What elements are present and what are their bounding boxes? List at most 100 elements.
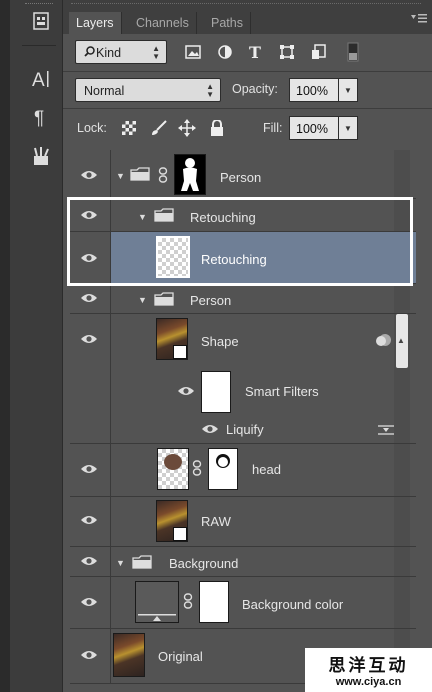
link-chain-icon[interactable] <box>192 460 202 479</box>
brush-presets-icon[interactable] <box>28 143 54 169</box>
svg-text:¶: ¶ <box>34 108 44 128</box>
expand-triangle-icon[interactable]: ▼ <box>116 171 126 181</box>
panel-grip[interactable] <box>71 3 421 7</box>
eye-visibility-icon[interactable] <box>177 385 195 397</box>
layer-name-background-group[interactable]: Background <box>169 556 238 571</box>
layer-name-original[interactable]: Original <box>158 649 203 664</box>
layer-thumbnail-original[interactable] <box>113 633 145 677</box>
expand-triangle-icon[interactable]: ▼ <box>138 212 148 222</box>
link-chain-icon[interactable] <box>158 167 168 186</box>
head-image <box>164 454 182 470</box>
eye-visibility-icon[interactable] <box>80 169 98 181</box>
fill-input[interactable]: 100% <box>289 116 339 140</box>
smart-filter-mask-thumbnail[interactable] <box>201 371 231 413</box>
folder-icon <box>132 555 152 569</box>
layer-name-raw[interactable]: RAW <box>201 514 231 529</box>
eye-visibility-icon[interactable] <box>80 292 98 304</box>
layer-thumbnail-transparent[interactable] <box>156 236 190 278</box>
lock-all-padlock-icon[interactable] <box>207 118 227 138</box>
fill-dropdown-button[interactable]: ▼ <box>338 116 358 140</box>
strip-divider <box>22 45 56 46</box>
panel-tabs: Layers Channels Paths <box>63 0 432 34</box>
tool-strip: A ¶ <box>0 0 62 692</box>
character-icon[interactable]: A <box>28 66 54 92</box>
shape-filter-icon[interactable] <box>277 42 297 62</box>
filter-kind-select[interactable]: Kind ▲ ▼ <box>75 40 167 64</box>
filter-name-liquify[interactable]: Liquify <box>226 422 264 437</box>
layer-mask-thumbnail-head[interactable] <box>208 448 238 490</box>
eye-visibility-icon[interactable] <box>80 209 98 221</box>
smart-object-filter-icon[interactable] <box>309 42 329 62</box>
type-filter-icon[interactable]: T <box>245 42 265 62</box>
layer-name-background-color[interactable]: Background color <box>242 597 343 612</box>
libraries-icon[interactable] <box>28 8 54 34</box>
updown-arrows-icon: ▲ ▼ <box>152 44 160 61</box>
dock-edge <box>0 0 10 692</box>
fill-layer-thumbnail[interactable] <box>135 581 179 623</box>
layer-name-person-top[interactable]: Person <box>220 170 261 185</box>
lock-transparent-icon[interactable] <box>119 118 139 138</box>
eye-visibility-icon[interactable] <box>80 333 98 345</box>
layer-name-retouching-group[interactable]: Retouching <box>190 210 256 225</box>
smart-filters-label[interactable]: Smart Filters <box>245 384 319 399</box>
folder-icon <box>154 208 174 222</box>
eye-visibility-icon[interactable] <box>80 514 98 526</box>
paragraph-icon[interactable]: ¶ <box>28 104 54 130</box>
svg-text:A: A <box>32 70 45 90</box>
layer-mask-thumbnail[interactable] <box>174 154 206 195</box>
tab-paths[interactable]: Paths <box>204 12 251 34</box>
filter-toggle-icon[interactable] <box>343 42 363 62</box>
folder-icon <box>154 292 174 306</box>
watermark-chinese-text: 思洋互动 <box>328 656 409 676</box>
eye-visibility-icon[interactable] <box>80 555 98 567</box>
layer-name-retouching[interactable]: Retouching <box>201 252 267 267</box>
search-icon <box>84 41 96 65</box>
tab-channels[interactable]: Channels <box>129 12 197 34</box>
eye-visibility-icon[interactable] <box>80 463 98 475</box>
pixel-filter-icon[interactable] <box>183 42 203 62</box>
smart-object-badge-icon <box>173 527 187 541</box>
eye-visibility-icon[interactable] <box>80 596 98 608</box>
tab-layers[interactable]: Layers <box>69 12 122 34</box>
opacity-input[interactable]: 100% <box>289 78 339 102</box>
divider <box>63 71 432 72</box>
filter-blending-options-icon[interactable] <box>378 424 394 436</box>
link-chain-icon[interactable] <box>183 593 193 612</box>
lock-pixels-brush-icon[interactable] <box>149 118 169 138</box>
lock-label: Lock: <box>77 121 107 135</box>
filter-kind-label: Kind <box>96 46 122 60</box>
adjustment-filter-icon[interactable] <box>215 42 235 62</box>
blend-mode-value: Normal <box>84 84 125 98</box>
watermark-url: www.ciya.cn <box>335 676 402 688</box>
layer-thumbnail-shape[interactable] <box>156 318 188 360</box>
eye-visibility-icon[interactable] <box>80 649 98 661</box>
smart-filters-badge-icon[interactable] <box>374 333 392 347</box>
scroll-up-arrow-icon[interactable]: ▲ <box>397 336 405 345</box>
expand-triangle-icon[interactable]: ▼ <box>138 295 148 305</box>
folder-icon <box>130 167 150 181</box>
layer-name-person-group[interactable]: Person <box>190 293 231 308</box>
layer-mask-thumbnail-background[interactable] <box>199 581 229 623</box>
lock-position-move-icon[interactable] <box>177 118 197 138</box>
fill-label: Fill: <box>263 121 283 135</box>
layer-thumbnail-raw[interactable] <box>156 500 188 542</box>
expand-triangle-icon[interactable]: ▼ <box>116 558 126 568</box>
layer-row-raw[interactable] <box>70 497 416 547</box>
layer-name-shape[interactable]: Shape <box>201 334 239 349</box>
smart-object-badge-icon <box>173 345 187 359</box>
opacity-dropdown-button[interactable]: ▼ <box>338 78 358 102</box>
panel-menu-icon[interactable] <box>411 13 427 25</box>
strip-grip[interactable] <box>25 3 53 7</box>
eye-visibility-icon[interactable] <box>80 252 98 264</box>
divider <box>63 108 432 109</box>
layer-name-head[interactable]: head <box>252 462 281 477</box>
blend-mode-select[interactable]: Normal ▲ ▼ <box>75 78 221 102</box>
layer-thumbnail-head[interactable] <box>157 448 189 490</box>
layer-row-person-group[interactable] <box>70 286 416 314</box>
watermark-logo: 思洋互动 www.ciya.cn <box>305 648 432 692</box>
opacity-label: Opacity: <box>232 82 278 96</box>
updown-arrows-icon: ▲ ▼ <box>206 82 214 99</box>
eye-visibility-icon[interactable] <box>201 423 219 435</box>
layer-row-head[interactable] <box>70 444 416 497</box>
svg-text:T: T <box>249 44 261 60</box>
